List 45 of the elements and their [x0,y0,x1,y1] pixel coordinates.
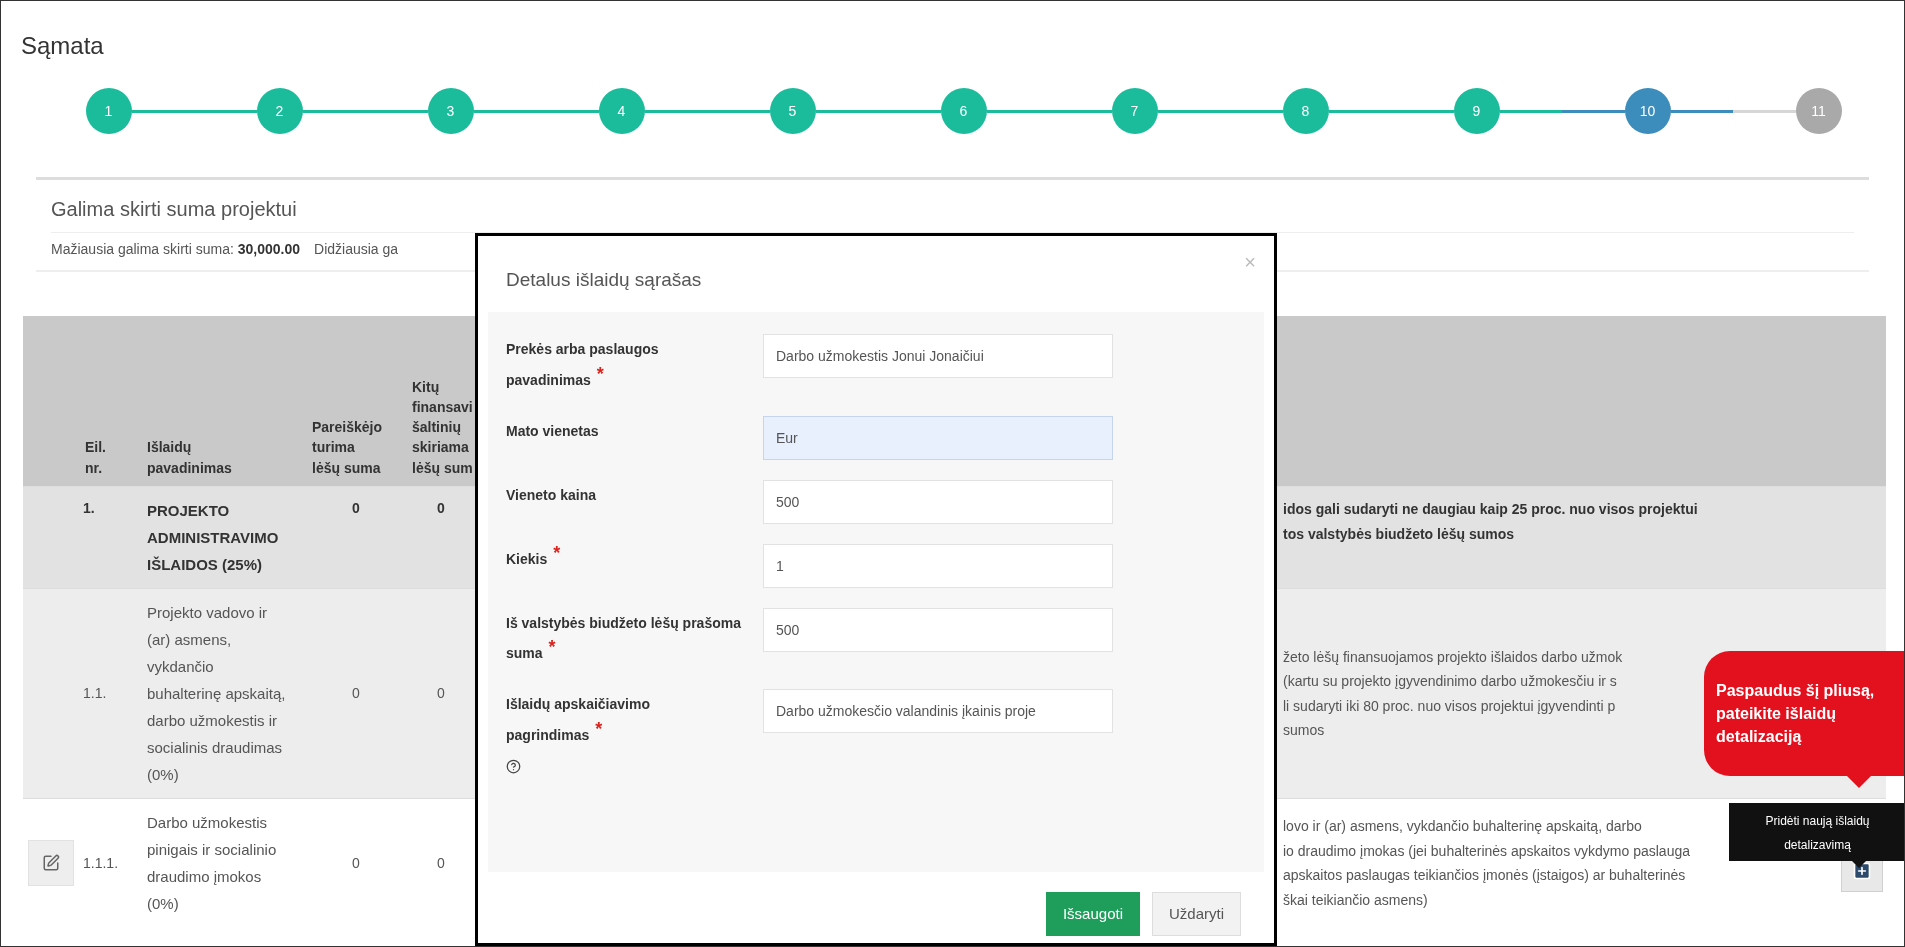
input-field[interactable]: 500 [763,479,1113,524]
table-cell-text: 0 [437,684,445,704]
column-header: Kitų finansavi šaltinių skiriama lėšų sum [412,377,473,478]
tooltip-text: Pridėti naują išlaidų detalizavimą [1765,814,1870,852]
save-button[interactable]: Išsaugoti [1045,892,1140,936]
description-text: idos gali sudaryti ne daugiau kaip 25 proc. nuo visos projektui tos valstybės biudžeto lėšų sumos [1283,500,1698,544]
input-field[interactable]: Darbo užmokestis Jonui Jonaičiui [763,334,1113,378]
row-number: 1.1. [83,684,107,704]
min-amount-text: Mažiausia galima skirti suma: 30,000.00 [51,240,301,259]
description-text: lovo ir (ar) asmens, vykdančio buhalterinę apskaitą, darbo io draudimo įmokas (jei buhalterinės apskaitos vykdymo paslauga apskaitos paslaugas teikiančios įmonės (įstaigos) ar buhalterinės škai teikiančio asmens) [1283,817,1690,910]
page-title: Sąmata [21,31,104,61]
field-label: Iš valstybės biudžeto lėšų prašoma suma * [506,613,742,664]
description-text: žeto lėšų finansuojamos projekto išlaidos darbo užmok (kartu su projekto įgyvendinimo darbo užmokesčiu ir s li sudaryti iki 80 proc. nuo visos projektui įgyvendinti p sumos [1283,647,1623,740]
edit-button[interactable] [28,840,74,886]
column-header: Pareiškėjo turima lėšų suma [312,418,383,478]
input-field[interactable]: 500 [763,607,1113,652]
max-amount-text: Didžiausia ga [314,240,399,259]
expense-name: PROJEKTO ADMINISTRAVIMO IŠLAIDOS (25%) [147,501,280,575]
close-button[interactable]: × [1244,252,1256,272]
field-label: Išlaidų apskaičiavimo pagrindimas * [506,695,651,745]
input-field[interactable]: 1 [763,543,1113,588]
field-label: Kiekis * [506,543,562,569]
plus-icon [1852,861,1872,881]
field-label: Mato vienetas [506,421,600,441]
table-cell-text: 0 [352,853,360,873]
column-header: Išlaidų pavadinimas [147,438,232,478]
close-dialog-button[interactable]: Uždaryti [1152,892,1241,936]
expense-name: Darbo užmokestis pinigais ir socialinio draudimo įmokos (0%) [147,813,278,914]
input-field[interactable]: Darbo užmokesčio valandinis įkainis proje [763,689,1113,734]
edit-icon [42,854,60,872]
field-label: Vieneto kaina [506,485,597,505]
field-label: Prekės arba paslaugos pavadinimas * [506,340,660,390]
column-header: Eil. nr. [85,438,106,478]
callout-text: Paspaudus šį pliusą, pateikite išlaidų detalizaciją [1716,680,1876,748]
row-number: 1.1.1. [83,853,119,873]
table-cell-text: 0 [437,499,445,518]
input-field[interactable]: Eur [763,415,1113,460]
table-cell-text: 0 [352,499,360,518]
table-cell-text: 0 [437,853,445,873]
table-cell-text: 0 [352,684,360,704]
modal-title: Detalus išlaidų sąrašas [506,268,702,292]
expense-name: Projekto vadovo ir (ar) asmens, vykdančio buhalterinę apskaitą, darbo užmokestis ir socialinis draudimas (0%) [147,603,287,785]
help-icon[interactable] [506,758,521,774]
section-title: Galima skirti suma projektui [51,197,297,222]
row-number: 1. [83,499,95,518]
